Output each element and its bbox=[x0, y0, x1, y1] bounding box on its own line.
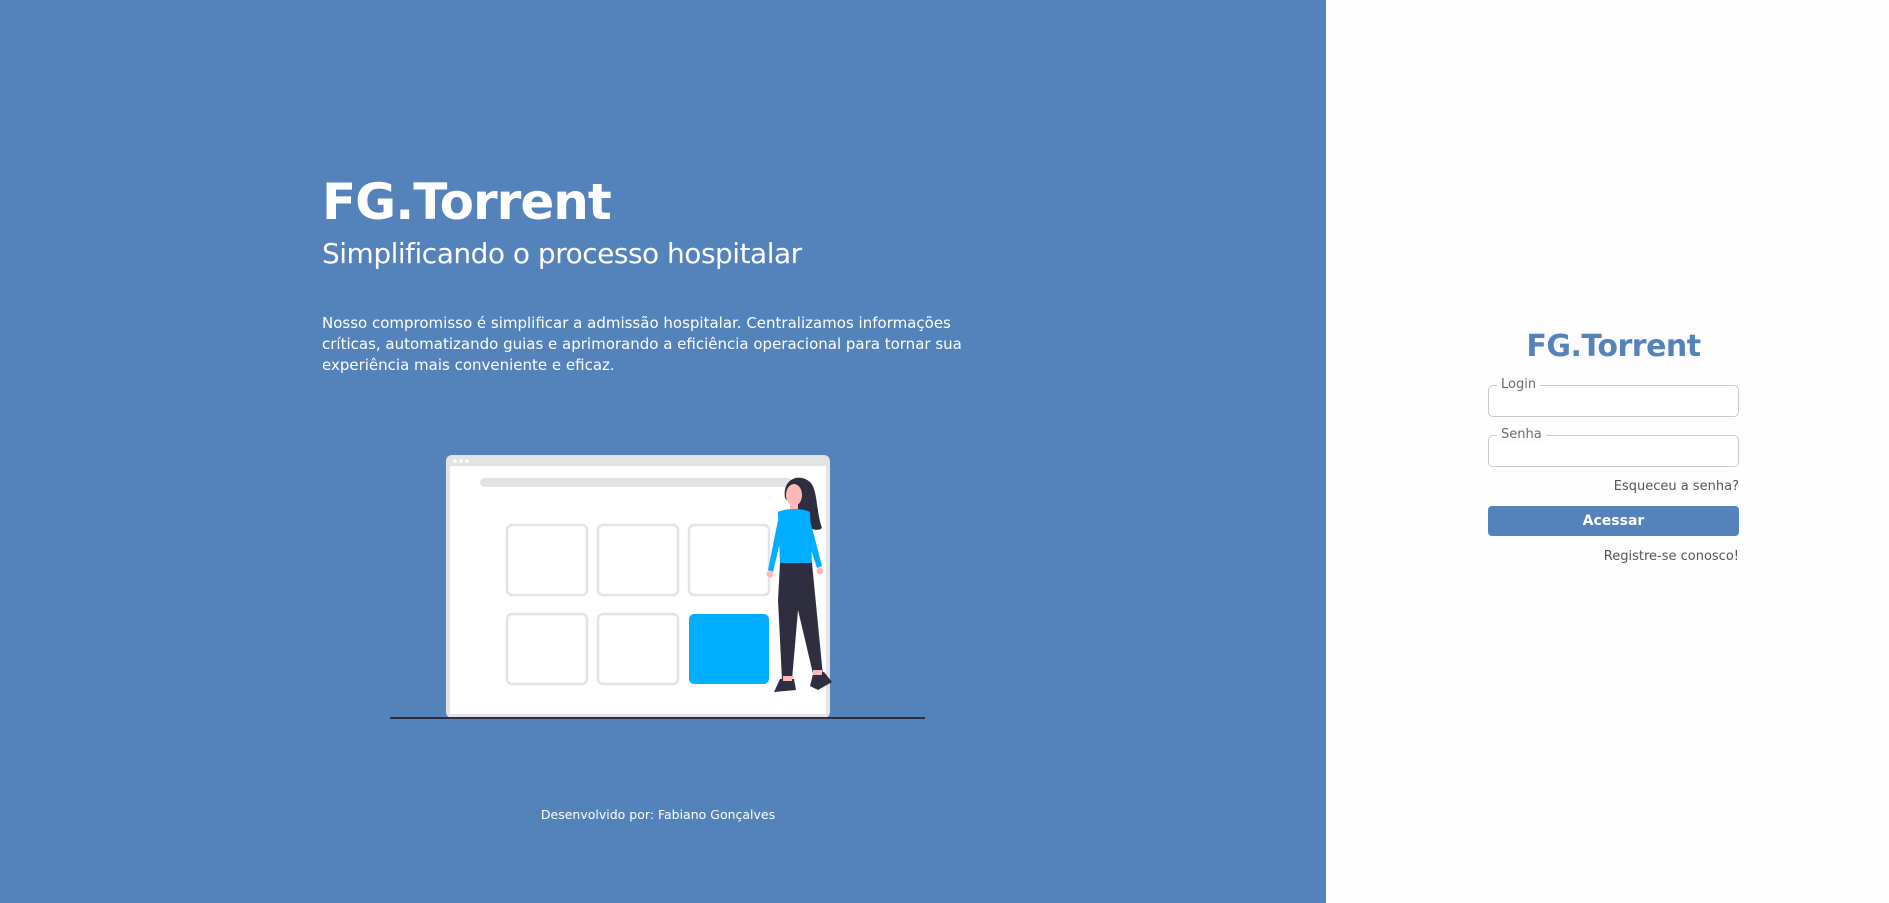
acessar-button[interactable]: Acessar bbox=[1488, 506, 1739, 536]
dashboard-tile-highlighted bbox=[689, 614, 769, 684]
person-with-dashboard-illustration bbox=[390, 455, 925, 719]
dashboard-tile bbox=[505, 612, 589, 686]
register-link[interactable]: Registre-se conosco! bbox=[1488, 549, 1739, 565]
hero-description: Nosso compromisso é simplificar a admiss… bbox=[322, 314, 962, 374]
login-panel: FG.Torrent Login Senha Esqueceu a senha?… bbox=[1326, 0, 1889, 903]
login-title: FG.Torrent bbox=[1526, 329, 1701, 364]
person-shape bbox=[813, 670, 822, 675]
dashboard-tile bbox=[687, 523, 771, 597]
hero-subtitle: Simplificando o processo hospitalar bbox=[322, 237, 802, 270]
dashboard-tile bbox=[596, 523, 680, 597]
window-dot-icon bbox=[465, 459, 469, 463]
senha-field: Senha bbox=[1488, 427, 1739, 467]
developer-credit: Desenvolvido por: Fabiano Gonçalves bbox=[540, 807, 776, 822]
person-shape bbox=[816, 567, 824, 575]
login-input[interactable] bbox=[1489, 386, 1738, 416]
window-dot-icon bbox=[459, 459, 463, 463]
dashboard-tile bbox=[596, 612, 680, 686]
person-shape bbox=[783, 676, 792, 681]
login-field: Login bbox=[1488, 377, 1739, 417]
person-shape bbox=[778, 509, 812, 564]
hero-panel: FG.Torrent Simplificando o processo hosp… bbox=[0, 0, 1326, 903]
login-page: FG.Torrent Simplificando o processo hosp… bbox=[0, 0, 1889, 903]
dashboard-tile bbox=[505, 523, 589, 597]
person-shape bbox=[766, 570, 774, 578]
window-dot-icon bbox=[453, 459, 457, 463]
login-form: FG.Torrent Login Senha Esqueceu a senha?… bbox=[1488, 327, 1739, 565]
person-shape bbox=[786, 484, 802, 506]
senha-input[interactable] bbox=[1489, 436, 1738, 466]
address-bar bbox=[480, 478, 792, 487]
forgot-password-link[interactable]: Esqueceu a senha? bbox=[1488, 479, 1739, 495]
hero-title: FG.Torrent bbox=[322, 173, 612, 231]
